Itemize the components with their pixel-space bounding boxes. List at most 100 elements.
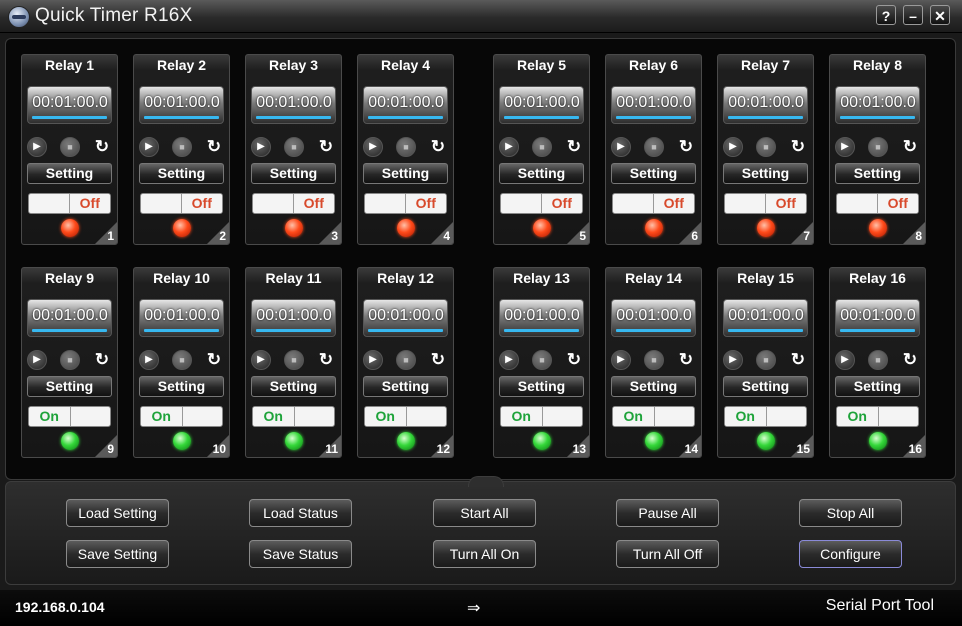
stop-all-button[interactable]: Stop All (799, 499, 902, 527)
timer-display[interactable]: 00:01:00.0 (27, 299, 112, 337)
stop-icon[interactable]: ■ (284, 350, 304, 370)
timer-display[interactable]: 00:01:00.0 (835, 299, 920, 337)
play-icon[interactable]: ▶ (139, 350, 159, 370)
reset-icon[interactable]: ↻ (92, 137, 112, 157)
stop-icon[interactable]: ■ (644, 137, 664, 157)
play-icon[interactable]: ▶ (363, 137, 383, 157)
stop-icon[interactable]: ■ (644, 350, 664, 370)
close-button[interactable]: ✕ (930, 5, 950, 25)
stop-icon[interactable]: ■ (532, 137, 552, 157)
reset-icon[interactable]: ↻ (92, 350, 112, 370)
relay-toggle[interactable]: On (252, 406, 335, 427)
save-setting-button[interactable]: Save Setting (66, 540, 169, 568)
timer-display[interactable]: 00:01:00.0 (723, 299, 808, 337)
timer-display[interactable]: 00:01:00.0 (611, 299, 696, 337)
play-icon[interactable]: ▶ (27, 137, 47, 157)
setting-button[interactable]: Setting (835, 163, 920, 184)
minimize-button[interactable]: – (903, 5, 923, 25)
relay-toggle[interactable]: Off (836, 193, 919, 214)
setting-button[interactable]: Setting (251, 376, 336, 397)
timer-display[interactable]: 00:01:00.0 (835, 86, 920, 124)
serial-port-tool-link[interactable]: Serial Port Tool (826, 597, 934, 615)
reset-icon[interactable]: ↻ (676, 137, 696, 157)
relay-toggle[interactable]: Off (724, 193, 807, 214)
pause-all-button[interactable]: Pause All (616, 499, 719, 527)
play-icon[interactable]: ▶ (251, 137, 271, 157)
setting-button[interactable]: Setting (611, 163, 696, 184)
timer-display[interactable]: 00:01:00.0 (251, 86, 336, 124)
timer-display[interactable]: 00:01:00.0 (251, 299, 336, 337)
play-icon[interactable]: ▶ (611, 350, 631, 370)
relay-toggle[interactable]: On (364, 406, 447, 427)
timer-display[interactable]: 00:01:00.0 (723, 86, 808, 124)
stop-icon[interactable]: ■ (60, 350, 80, 370)
play-icon[interactable]: ▶ (835, 137, 855, 157)
relay-toggle[interactable]: On (500, 406, 583, 427)
relay-toggle[interactable]: On (28, 406, 111, 427)
play-icon[interactable]: ▶ (499, 350, 519, 370)
setting-button[interactable]: Setting (723, 376, 808, 397)
stop-icon[interactable]: ■ (868, 350, 888, 370)
relay-toggle[interactable]: On (724, 406, 807, 427)
reset-icon[interactable]: ↻ (564, 137, 584, 157)
reset-icon[interactable]: ↻ (316, 350, 336, 370)
relay-toggle[interactable]: Off (140, 193, 223, 214)
setting-button[interactable]: Setting (27, 376, 112, 397)
reset-icon[interactable]: ↻ (900, 350, 920, 370)
setting-button[interactable]: Setting (723, 163, 808, 184)
setting-button[interactable]: Setting (499, 163, 584, 184)
setting-button[interactable]: Setting (835, 376, 920, 397)
reset-icon[interactable]: ↻ (564, 350, 584, 370)
setting-button[interactable]: Setting (139, 376, 224, 397)
turn-all-off-button[interactable]: Turn All Off (616, 540, 719, 568)
timer-display[interactable]: 00:01:00.0 (499, 299, 584, 337)
reset-icon[interactable]: ↻ (428, 350, 448, 370)
play-icon[interactable]: ▶ (363, 350, 383, 370)
load-status-button[interactable]: Load Status (249, 499, 352, 527)
configure-button[interactable]: Configure (799, 540, 902, 568)
stop-icon[interactable]: ■ (396, 350, 416, 370)
relay-toggle[interactable]: On (836, 406, 919, 427)
stop-icon[interactable]: ■ (756, 350, 776, 370)
timer-display[interactable]: 00:01:00.0 (611, 86, 696, 124)
stop-icon[interactable]: ■ (756, 137, 776, 157)
play-icon[interactable]: ▶ (27, 350, 47, 370)
setting-button[interactable]: Setting (611, 376, 696, 397)
play-icon[interactable]: ▶ (499, 137, 519, 157)
timer-display[interactable]: 00:01:00.0 (27, 86, 112, 124)
reset-icon[interactable]: ↻ (204, 350, 224, 370)
reset-icon[interactable]: ↻ (204, 137, 224, 157)
timer-display[interactable]: 00:01:00.0 (363, 299, 448, 337)
relay-toggle[interactable]: Off (252, 193, 335, 214)
stop-icon[interactable]: ■ (172, 137, 192, 157)
relay-toggle[interactable]: Off (28, 193, 111, 214)
setting-button[interactable]: Setting (27, 163, 112, 184)
setting-button[interactable]: Setting (363, 376, 448, 397)
timer-display[interactable]: 00:01:00.0 (363, 86, 448, 124)
setting-button[interactable]: Setting (251, 163, 336, 184)
reset-icon[interactable]: ↻ (788, 137, 808, 157)
timer-display[interactable]: 00:01:00.0 (139, 86, 224, 124)
setting-button[interactable]: Setting (139, 163, 224, 184)
stop-icon[interactable]: ■ (284, 137, 304, 157)
play-icon[interactable]: ▶ (611, 137, 631, 157)
reset-icon[interactable]: ↻ (900, 137, 920, 157)
setting-button[interactable]: Setting (499, 376, 584, 397)
play-icon[interactable]: ▶ (723, 350, 743, 370)
setting-button[interactable]: Setting (363, 163, 448, 184)
timer-display[interactable]: 00:01:00.0 (499, 86, 584, 124)
stop-icon[interactable]: ■ (172, 350, 192, 370)
play-icon[interactable]: ▶ (139, 137, 159, 157)
relay-toggle[interactable]: On (612, 406, 695, 427)
stop-icon[interactable]: ■ (60, 137, 80, 157)
start-all-button[interactable]: Start All (433, 499, 536, 527)
save-status-button[interactable]: Save Status (249, 540, 352, 568)
stop-icon[interactable]: ■ (532, 350, 552, 370)
relay-toggle[interactable]: Off (500, 193, 583, 214)
timer-display[interactable]: 00:01:00.0 (139, 299, 224, 337)
relay-toggle[interactable]: Off (612, 193, 695, 214)
help-button[interactable]: ? (876, 5, 896, 25)
reset-icon[interactable]: ↻ (676, 350, 696, 370)
relay-toggle[interactable]: On (140, 406, 223, 427)
play-icon[interactable]: ▶ (723, 137, 743, 157)
